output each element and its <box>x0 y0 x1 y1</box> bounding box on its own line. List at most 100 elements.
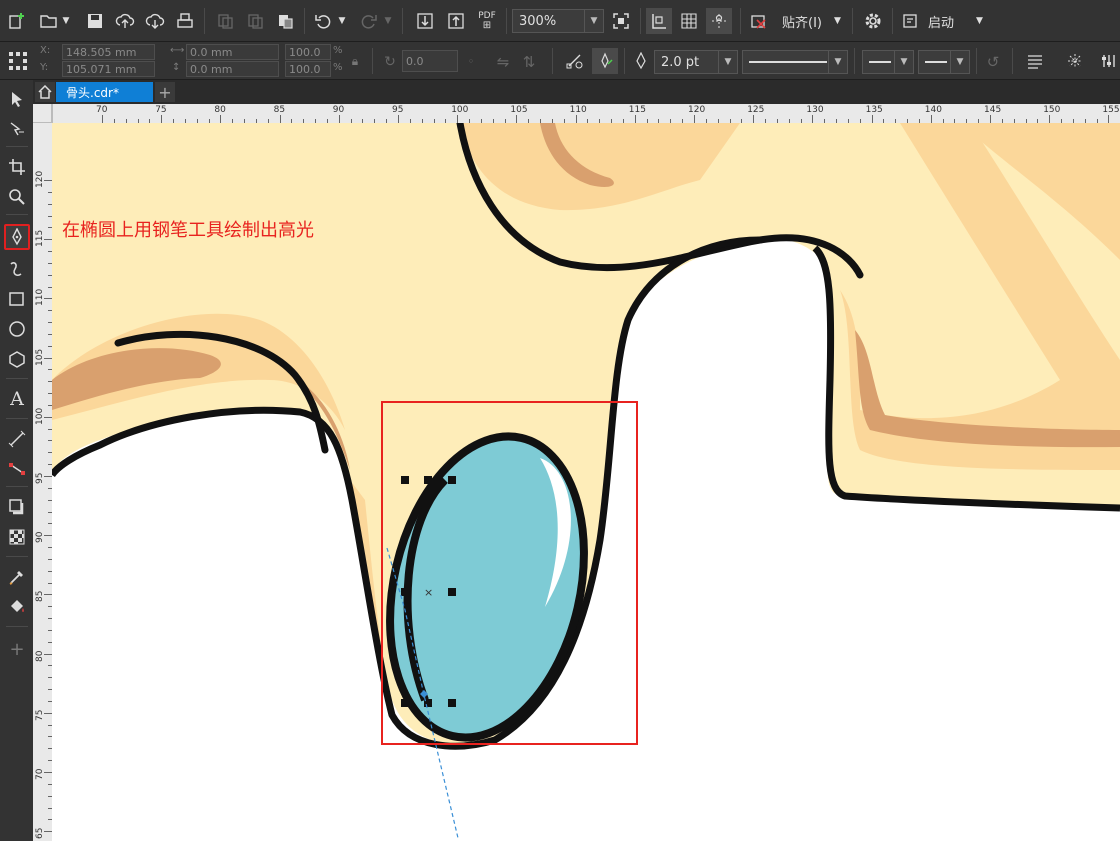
height-icon: ↕ <box>172 62 181 73</box>
show-rulers-icon[interactable] <box>646 8 672 34</box>
chevron-down-icon[interactable]: ▼ <box>950 51 969 73</box>
node-edit-icon[interactable] <box>562 48 588 74</box>
end-arrowhead-preview <box>925 61 947 63</box>
full-screen-icon[interactable] <box>608 8 634 34</box>
launch-menu[interactable]: 启动 ▼ <box>902 9 983 33</box>
lock-ratio-icon[interactable]: 🔒︎ <box>346 52 364 70</box>
ruler-origin[interactable] <box>33 104 52 123</box>
pen-tool-icon[interactable] <box>4 224 30 250</box>
y-position-value: 105.071 mm <box>66 62 137 76</box>
ruler-tick-label: 75 <box>155 105 167 115</box>
ruler-tick <box>812 115 814 123</box>
start-arrowhead-combo[interactable]: ▼ <box>862 50 914 74</box>
launch-icon <box>903 14 917 28</box>
ruler-tick-label: 115 <box>628 105 646 115</box>
horizontal-ruler[interactable]: 70 75 80 85 90 95 100 105 110 115 120 125 130 135 140 1… <box>52 104 1120 124</box>
ruler-tick-label: 70 <box>35 768 45 780</box>
save-icon[interactable] <box>82 8 108 34</box>
ellipse-tool-icon[interactable] <box>4 316 30 342</box>
import-icon[interactable] <box>412 8 438 34</box>
height-field[interactable]: 0.0 mm <box>186 61 279 77</box>
ruler-tick-label: 125 <box>747 105 765 115</box>
ruler-tick-label: 65 <box>35 827 45 840</box>
ruler-tick-label: 85 <box>35 590 45 603</box>
add-tool-icon[interactable]: + <box>4 636 30 662</box>
show-grid-icon[interactable] <box>676 8 702 34</box>
open-folder-icon[interactable] <box>36 8 62 34</box>
snap-to-menu[interactable]: 贴齐(I) ▼ <box>782 9 841 33</box>
chevron-down-icon[interactable]: ▼ <box>828 51 847 73</box>
print-icon[interactable] <box>172 8 198 34</box>
ruler-tick <box>44 772 52 773</box>
scale-width-field[interactable]: 100.0 <box>285 44 331 60</box>
ruler-tick <box>990 115 991 123</box>
show-guidelines-icon[interactable] <box>706 8 732 34</box>
polygon-tool-icon[interactable] <box>4 346 30 372</box>
paste-icon[interactable] <box>272 8 298 34</box>
new-document-icon[interactable] <box>4 8 30 34</box>
options-icon[interactable] <box>1098 48 1120 74</box>
percent-label: % <box>333 45 343 56</box>
zoom-tool-icon[interactable] <box>4 184 30 210</box>
scale-height-field[interactable]: 100.0 <box>285 61 331 77</box>
pick-tool-icon[interactable] <box>4 86 30 112</box>
end-arrowhead-combo[interactable]: ▼ <box>918 50 970 74</box>
parallel-dimension-tool-icon[interactable] <box>4 426 30 452</box>
chevron-down-icon[interactable]: ▼ <box>894 51 913 73</box>
publish-pdf-icon[interactable]: PDF ⊞ <box>474 8 500 34</box>
eyedropper-tool-icon[interactable] <box>4 564 30 590</box>
y-position-field[interactable]: 105.071 mm <box>62 61 155 77</box>
ruler-tick-label: 90 <box>35 531 45 544</box>
outline-width-value: 2.0 pt <box>661 54 700 70</box>
ruler-tick <box>1108 115 1110 123</box>
chevron-down-icon[interactable]: ▼ <box>718 51 737 73</box>
wrap-text-icon[interactable] <box>1022 48 1048 74</box>
shape-tool-icon[interactable] <box>4 116 30 142</box>
mirror-vertical-icon: ⇅ <box>522 53 536 71</box>
rectangle-tool-icon[interactable] <box>4 286 30 312</box>
chevron-down-icon: ▼ <box>833 16 841 26</box>
ruler-tick-label: 90 <box>332 105 345 115</box>
selection-center-mark: × <box>424 586 433 599</box>
object-origin-icon[interactable] <box>4 48 32 74</box>
gear-icon[interactable] <box>860 8 886 34</box>
document-tab[interactable]: 骨头.cdr* <box>56 82 153 102</box>
angle-field[interactable]: 0.0 <box>402 50 458 72</box>
cloud-download-icon[interactable] <box>142 8 168 34</box>
ruler-tick <box>398 115 399 123</box>
interactive-fill-tool-icon[interactable] <box>4 594 30 620</box>
ruler-tick <box>44 416 52 418</box>
x-position-field[interactable]: 148.505 mm <box>62 44 155 60</box>
cloud-upload-icon[interactable] <box>112 8 138 34</box>
width-field[interactable]: 0.0 mm <box>186 44 279 60</box>
transparency-tool-icon[interactable] <box>4 524 30 550</box>
artistic-media-tool-icon[interactable] <box>4 256 30 282</box>
undo-icon[interactable] <box>310 8 336 34</box>
undo-dropdown-arrow-icon[interactable]: ▼ <box>336 8 348 34</box>
auto-join-icon[interactable] <box>592 48 618 74</box>
text-tool-icon[interactable]: A <box>4 386 30 412</box>
snap-off-icon[interactable] <box>746 8 772 34</box>
ruler-tick-label: 145 <box>984 105 1002 115</box>
crop-tool-icon[interactable] <box>4 154 30 180</box>
ruler-tick <box>220 115 222 123</box>
snap-node-icon[interactable] <box>1062 48 1088 74</box>
mirror-horizontal-icon: ⇋ <box>496 53 510 71</box>
chevron-down-icon[interactable]: ▼ <box>584 10 603 32</box>
export-icon[interactable] <box>443 8 469 34</box>
ruler-tick-label: 135 <box>865 105 883 115</box>
connector-tool-icon[interactable] <box>4 456 30 482</box>
ruler-tick <box>516 115 518 123</box>
home-icon[interactable] <box>35 82 55 102</box>
zoom-level-value: 300% <box>519 13 557 29</box>
open-dropdown-arrow-icon[interactable]: ▼ <box>60 8 72 34</box>
scale-width-value: 100.0 <box>289 45 321 59</box>
line-style-combo[interactable]: ▼ <box>742 50 848 74</box>
drop-shadow-tool-icon[interactable] <box>4 494 30 520</box>
ruler-tick <box>1049 115 1051 123</box>
width-icon: ⟷ <box>170 45 185 56</box>
vertical-ruler[interactable]: 120 115 110 105 100 95 90 85 80 75 70 65 <box>33 104 53 841</box>
outline-width-combo[interactable]: 2.0 pt ▼ <box>654 50 738 74</box>
add-document-icon[interactable]: + <box>155 82 175 102</box>
zoom-level-combo[interactable]: 300% ▼ <box>512 9 604 33</box>
